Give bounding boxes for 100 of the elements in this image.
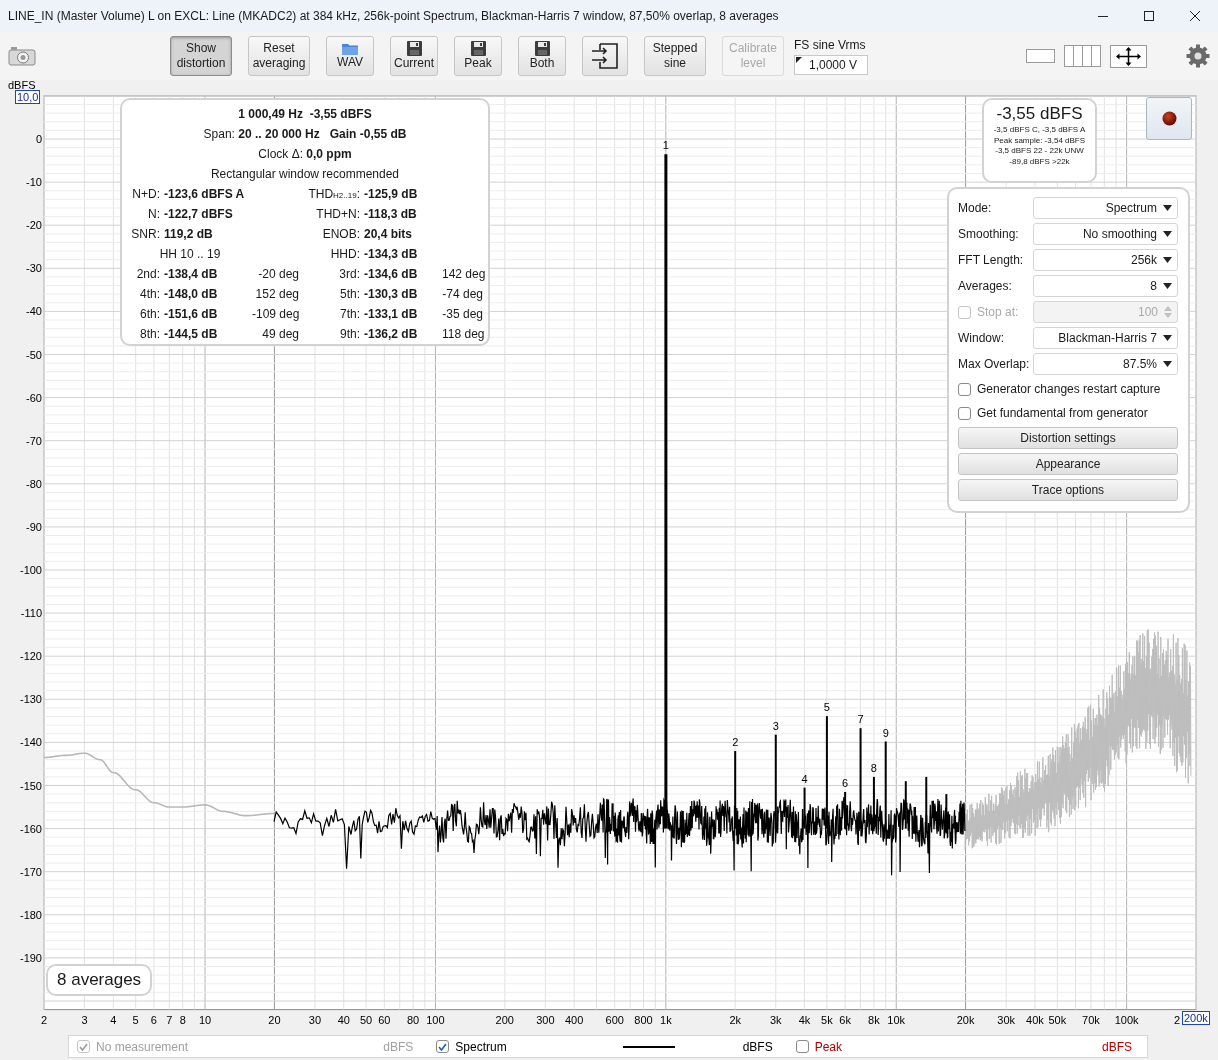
settings-icon[interactable] (1186, 44, 1210, 68)
minimize-icon[interactable] (1098, 15, 1108, 17)
toolbar-button[interactable]: Show distortion (170, 36, 232, 76)
spur-peak (913, 806, 916, 830)
axis-tick-label: 8k (868, 1013, 880, 1026)
record-button[interactable] (1146, 97, 1192, 140)
peak-label: 3 (772, 719, 779, 732)
axis-limit-field[interactable]: 10,0 (15, 90, 41, 104)
peak-label: 2 (732, 736, 739, 748)
fundamental-reading: 1 000,49 Hz -3,55 dBFS (237, 106, 373, 123)
stat-value: -123,6 dBFS A (163, 187, 246, 201)
harmonic-peak (844, 790, 847, 830)
stat-label: SNR: (130, 227, 160, 241)
axis-tick-label: 2 (1173, 1013, 1180, 1026)
move-arrows-icon[interactable] (1110, 44, 1147, 68)
toolbar-button[interactable]: Current (390, 36, 438, 76)
axis-tick-label: 100 (426, 1013, 445, 1026)
panel-button[interactable]: Trace options (958, 479, 1178, 501)
stat-value: -138,4 dB (163, 267, 219, 281)
axis-tick-label: -100 (19, 564, 42, 576)
dropdown[interactable]: 8 (1033, 275, 1178, 297)
folder-icon (342, 42, 358, 55)
axis-tick-label: -180 (19, 908, 42, 921)
window-title: LINE_IN (Master Volume) L on EXCL: Line (MKADC2) at 384 kHz, 256k-point Spectrum, Blackman-Harris 7 window, 87,50% overlap, 8 averages (8, 9, 780, 23)
axis-tick-label: -170 (19, 865, 42, 878)
toolbar-button[interactable]: Stepped sine (644, 36, 706, 76)
axis-tick-label: -120 (19, 650, 42, 663)
setting-label: Smoothing: (958, 227, 1020, 241)
axis-tick-label: -50 (26, 348, 42, 361)
peak-label: 8 (870, 761, 877, 774)
peak-label: 1 (662, 139, 669, 152)
four-column-icon[interactable] (1064, 45, 1101, 67)
axis-tick-label: 6 (150, 1013, 157, 1026)
axis-tick-label: 3 (81, 1013, 88, 1026)
peak-label: 6 (842, 776, 849, 789)
level-detail: -3,5 dBFS 22 - 22k UNW (994, 146, 1085, 157)
checkbox-label: Generator changes restart capture (977, 382, 1161, 396)
stat-value: -148,0 dB (163, 287, 219, 301)
axis-tick-label: 2 (40, 1013, 48, 1026)
panel-button[interactable]: Distortion settings (958, 427, 1178, 449)
axis-limit-field[interactable]: 200k (1182, 1011, 1210, 1025)
checkbox[interactable] (795, 1040, 809, 1053)
trace-label: Spectrum (455, 1039, 507, 1054)
level-detail: -89,8 dBFS >22k (1008, 156, 1071, 167)
camera-icon[interactable] (8, 46, 36, 66)
stat-label: 9th: (339, 327, 360, 341)
stat-value: -118,3 dB (363, 207, 418, 221)
axis-tick-label: 2k (729, 1013, 741, 1026)
spur-peak (925, 775, 928, 830)
axis-tick-label: 40 (337, 1013, 350, 1026)
record-icon (1161, 111, 1177, 126)
stat-label: N: (147, 207, 160, 221)
phase-value: 142 deg (442, 267, 483, 281)
corner-triangle-icon (796, 56, 802, 63)
panel-button[interactable]: Appearance (958, 453, 1178, 475)
voltage-field[interactable]: 1,0000 V (794, 54, 868, 75)
trace-unit: dBFS (742, 1039, 773, 1054)
stat-label: THD+N: (315, 207, 360, 221)
axis-tick-label: -60 (26, 391, 42, 404)
checkmark-icon (438, 1042, 448, 1051)
phase-value: -109 deg (252, 307, 299, 321)
axis-tick-label: 600 (605, 1013, 624, 1026)
toolbar-button[interactable]: Reset averaging (248, 36, 310, 76)
axis-tick-label: 7 (166, 1013, 173, 1026)
spur-peak (935, 810, 938, 830)
stat-line: Rectangular window recommended (209, 166, 401, 183)
single-pane-icon[interactable] (1026, 49, 1055, 63)
maximize-icon[interactable] (1144, 11, 1154, 21)
spinner-arrows-icon (1164, 306, 1172, 318)
averages-badge: 8 averages (46, 964, 153, 996)
setting-label: FFT Length: (958, 253, 1025, 267)
level-detail: -3,5 dBFS C, -3,5 dBFS A (992, 125, 1087, 136)
dropdown[interactable]: 256k (1033, 249, 1178, 271)
stat-value: -122,7 dBFS (163, 207, 234, 221)
dropdown[interactable]: Spectrum (1033, 197, 1178, 219)
checkbox[interactable] (958, 382, 971, 396)
dropdown[interactable]: Blackman-Harris 7 (1033, 327, 1178, 349)
dropdown[interactable]: 87.5% (1033, 353, 1178, 375)
axis-tick-label: 3k (769, 1013, 782, 1026)
axis-tick-label: -80 (26, 477, 42, 490)
stat-label: N+D: (131, 187, 160, 201)
caret-icon (1163, 335, 1172, 341)
peak-label: 4 (801, 772, 808, 785)
axis-tick-label: -30 (26, 262, 42, 275)
stat-label: 2nd: (135, 267, 160, 281)
stat-label: 8th: (139, 327, 160, 341)
spur-peak (904, 780, 907, 830)
close-icon[interactable] (1190, 11, 1200, 21)
stat-value: 20,4 bits (363, 227, 414, 241)
checkbox[interactable] (958, 406, 971, 420)
axis-tick-label: 30 (308, 1013, 322, 1026)
toolbar-button[interactable]: WAV (326, 36, 374, 76)
dropdown[interactable]: No smoothing (1033, 223, 1178, 245)
toolbar-button[interactable]: Both (518, 36, 566, 76)
toolbar-button[interactable]: Peak (454, 36, 502, 76)
checkbox[interactable] (436, 1040, 450, 1053)
import-button[interactable] (582, 36, 628, 76)
axis-tick-label: 0 (35, 133, 42, 145)
axis-tick-label: 4k (798, 1013, 811, 1026)
axis-tick-label: 20 (268, 1013, 281, 1026)
